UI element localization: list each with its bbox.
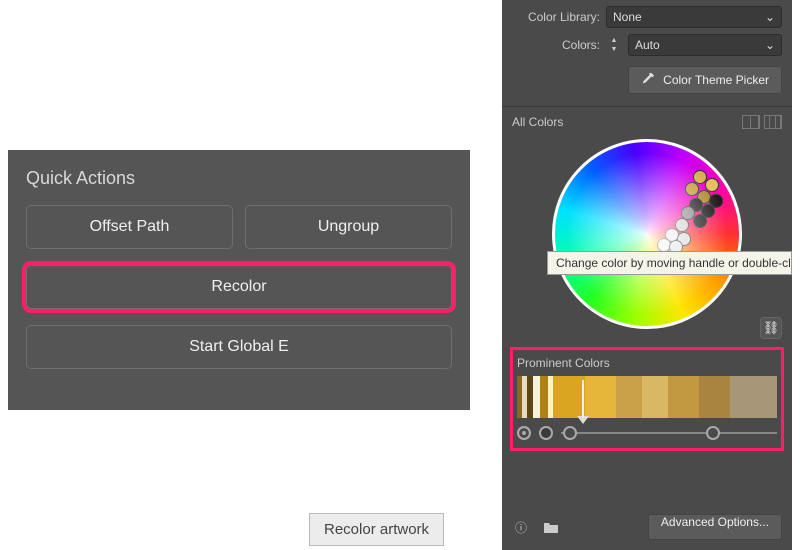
color-segment[interactable] xyxy=(730,376,777,418)
color-theme-picker-label: Color Theme Picker xyxy=(663,73,769,87)
colors-select[interactable]: Auto ⌄ xyxy=(628,34,782,56)
slider-knob-right[interactable] xyxy=(706,426,720,440)
all-colors-title: All Colors xyxy=(512,115,563,129)
ungroup-button[interactable]: Ungroup xyxy=(245,205,452,249)
color-segment[interactable] xyxy=(585,376,616,418)
prominent-colors-bar[interactable] xyxy=(517,376,777,418)
folder-icon[interactable] xyxy=(542,518,560,536)
recolor-tooltip: Recolor artwork xyxy=(309,513,444,546)
prominent-colors-section: Prominent Colors xyxy=(510,347,784,451)
color-segment[interactable] xyxy=(668,376,699,418)
view-bars-icon[interactable] xyxy=(764,115,782,129)
color-handle[interactable] xyxy=(689,198,703,212)
chevron-down-icon: ⌄ xyxy=(765,10,775,24)
color-handle[interactable] xyxy=(693,214,707,228)
color-handle[interactable] xyxy=(685,182,699,196)
recolor-button[interactable]: Recolor xyxy=(26,265,452,309)
advanced-options-button[interactable]: Advanced Options... xyxy=(648,514,782,540)
view-wheel-icon[interactable] xyxy=(742,115,760,129)
color-handle[interactable] xyxy=(681,206,695,220)
color-handle[interactable] xyxy=(701,204,715,218)
colors-stepper[interactable]: ▲ ▼ xyxy=(606,34,622,56)
quick-actions-panel: Quick Actions Offset Path Ungroup Recolo… xyxy=(8,150,470,410)
quick-actions-title: Quick Actions xyxy=(26,168,452,189)
link-colors-toggle[interactable]: ⛓ xyxy=(760,317,782,339)
color-library-label: Color Library: xyxy=(512,10,600,24)
eyedropper-icon xyxy=(641,73,655,87)
color-segment[interactable] xyxy=(533,376,541,418)
color-wheel[interactable] xyxy=(552,139,742,329)
weight-mode-a[interactable] xyxy=(517,426,531,440)
stepper-down-icon: ▼ xyxy=(611,46,618,53)
color-handle[interactable] xyxy=(709,194,723,208)
info-icon[interactable]: ⓘ xyxy=(512,518,530,536)
wheel-tooltip: Change color by moving handle or double-… xyxy=(547,251,792,275)
color-handle[interactable] xyxy=(675,218,689,232)
recolor-panel: Color Library: None ⌄ Colors: ▲ ▼ Auto ⌄… xyxy=(502,0,792,550)
chain-icon: ⛓ xyxy=(763,320,780,336)
color-segment[interactable] xyxy=(553,376,584,418)
stepper-up-icon: ▲ xyxy=(611,37,618,44)
start-global-edit-button[interactable]: Start Global E xyxy=(26,325,452,369)
color-handle[interactable] xyxy=(657,238,671,252)
prominent-colors-title: Prominent Colors xyxy=(513,350,781,376)
color-segment[interactable] xyxy=(540,376,548,418)
color-handle[interactable] xyxy=(677,232,691,246)
prominent-slider-thumb[interactable] xyxy=(577,416,589,424)
color-handle[interactable] xyxy=(697,190,711,204)
colors-label: Colors: xyxy=(512,38,600,52)
colors-value: Auto xyxy=(635,38,660,52)
color-library-select[interactable]: None ⌄ xyxy=(606,6,782,28)
color-segment[interactable] xyxy=(699,376,730,418)
color-theme-picker-button[interactable]: Color Theme Picker xyxy=(628,66,782,94)
color-handle[interactable] xyxy=(693,170,707,184)
offset-path-button[interactable]: Offset Path xyxy=(26,205,233,249)
chevron-down-icon: ⌄ xyxy=(765,38,775,52)
color-segment[interactable] xyxy=(642,376,668,418)
color-handle[interactable] xyxy=(705,178,719,192)
color-handle[interactable] xyxy=(665,228,679,242)
color-library-value: None xyxy=(613,10,642,24)
slider-knob-left[interactable] xyxy=(563,426,577,440)
color-segment[interactable] xyxy=(616,376,642,418)
balance-slider[interactable] xyxy=(561,432,777,434)
weight-mode-b[interactable] xyxy=(539,426,553,440)
